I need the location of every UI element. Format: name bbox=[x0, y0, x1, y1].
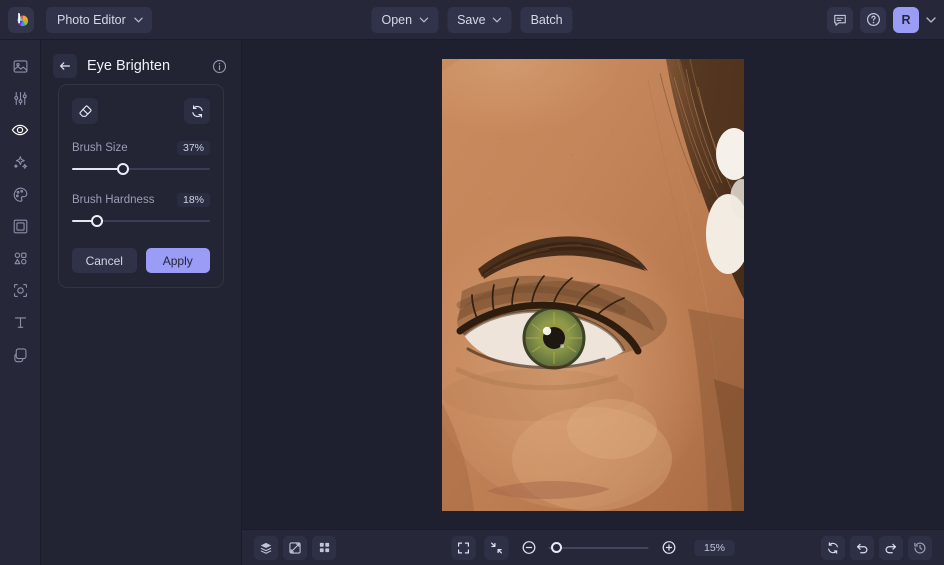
undo-arrow-icon[interactable] bbox=[850, 535, 874, 560]
question-circle-icon[interactable] bbox=[860, 6, 886, 33]
minus-circle-icon[interactable] bbox=[518, 537, 540, 559]
brush-hardness-slider-block: Brush Hardness 18% bbox=[72, 193, 210, 228]
brush-size-slider[interactable] bbox=[72, 162, 210, 176]
sidebar-item-text[interactable] bbox=[0, 306, 41, 338]
history-clock-icon[interactable] bbox=[908, 535, 932, 560]
brush-size-label: Brush Size bbox=[72, 142, 128, 154]
zoom-controls: 15% bbox=[451, 535, 735, 560]
cancel-button[interactable]: Cancel bbox=[72, 248, 137, 273]
plus-circle-icon[interactable] bbox=[658, 537, 680, 559]
slider-handle[interactable] bbox=[90, 215, 103, 227]
bottom-toolbar: 15% bbox=[242, 529, 944, 565]
sidebar-item-edit[interactable] bbox=[0, 82, 41, 114]
card-tool-row bbox=[72, 98, 210, 124]
brush-size-label-row: Brush Size 37% bbox=[72, 141, 210, 155]
zoom-slider-track bbox=[548, 546, 649, 549]
zoom-slider-handle[interactable] bbox=[551, 541, 562, 553]
grid-four-icon[interactable] bbox=[312, 535, 336, 560]
brush-size-value: 37% bbox=[176, 141, 210, 155]
sidebar-item-effects[interactable] bbox=[0, 146, 41, 178]
account-chevron-down-icon[interactable] bbox=[926, 16, 936, 23]
open-label: Open bbox=[381, 12, 413, 27]
panel-header: Eye Brighten bbox=[41, 45, 241, 87]
avatar[interactable]: R bbox=[893, 6, 919, 33]
history-controls bbox=[821, 535, 932, 560]
tool-rail bbox=[0, 40, 41, 565]
sidebar-item-frames[interactable] bbox=[0, 210, 41, 242]
top-bar-right-group: R bbox=[827, 6, 936, 33]
tool-panel: Eye Brighten Brush Size 37% Brush Hardne… bbox=[41, 40, 242, 565]
fit-to-screen-icon[interactable] bbox=[451, 535, 476, 560]
open-button[interactable]: Open bbox=[371, 6, 439, 33]
batch-button[interactable]: Batch bbox=[520, 6, 573, 33]
top-bar-actions: Open Save Batch bbox=[371, 6, 573, 33]
sidebar-item-artsy[interactable] bbox=[0, 178, 41, 210]
sidebar-item-image[interactable] bbox=[0, 50, 41, 82]
top-bar: Photo Editor Open Save Batch R bbox=[0, 0, 944, 40]
sidebar-item-layers[interactable] bbox=[0, 338, 41, 370]
info-circle-icon[interactable] bbox=[212, 59, 227, 74]
shrink-to-fit-icon[interactable] bbox=[484, 535, 509, 560]
bottom-left-group bbox=[254, 535, 336, 560]
save-button[interactable]: Save bbox=[447, 6, 512, 33]
slider-handle[interactable] bbox=[117, 163, 130, 175]
brush-hardness-label: Brush Hardness bbox=[72, 194, 155, 206]
app-mode-select[interactable]: Photo Editor bbox=[46, 6, 152, 33]
eraser-icon[interactable] bbox=[72, 98, 98, 124]
chevron-down-icon bbox=[492, 17, 502, 23]
chevron-down-icon bbox=[419, 17, 428, 23]
card-actions: Cancel Apply bbox=[72, 248, 210, 273]
canvas-area[interactable] bbox=[242, 40, 944, 529]
brush-hardness-slider[interactable] bbox=[72, 214, 210, 228]
brush-settings-card: Brush Size 37% Brush Hardness 18% Cancel… bbox=[58, 84, 224, 288]
chevron-down-icon bbox=[134, 17, 143, 23]
avatar-initial: R bbox=[901, 12, 911, 27]
batch-label: Batch bbox=[530, 12, 563, 27]
edited-photo[interactable] bbox=[442, 58, 744, 511]
redo-arrow-icon[interactable] bbox=[879, 535, 903, 560]
sidebar-item-touch-up[interactable] bbox=[0, 114, 41, 146]
app-mode-label: Photo Editor bbox=[57, 12, 126, 27]
page-title: Eye Brighten bbox=[87, 58, 171, 74]
sidebar-item-overlays[interactable] bbox=[0, 274, 41, 306]
photo-editor-app: Photo Editor Open Save Batch R Eye Brigh… bbox=[0, 0, 944, 565]
brush-hardness-value: 18% bbox=[176, 193, 210, 207]
reset-circular-icon[interactable] bbox=[184, 98, 210, 124]
brush-hardness-label-row: Brush Hardness 18% bbox=[72, 193, 210, 207]
sidebar-item-graphics[interactable] bbox=[0, 242, 41, 274]
brush-size-slider-block: Brush Size 37% bbox=[72, 141, 210, 176]
zoom-level-value[interactable]: 15% bbox=[694, 539, 735, 556]
apply-button[interactable]: Apply bbox=[145, 248, 210, 273]
slider-fill bbox=[72, 168, 124, 170]
compare-split-icon[interactable] bbox=[283, 535, 307, 560]
save-label: Save bbox=[457, 12, 486, 27]
zoom-slider[interactable] bbox=[548, 541, 649, 555]
arrow-left-icon[interactable] bbox=[53, 54, 77, 78]
chat-bubble-icon[interactable] bbox=[827, 6, 853, 33]
reset-circular-icon[interactable] bbox=[821, 535, 845, 560]
layers-icon[interactable] bbox=[254, 535, 278, 560]
befunky-logo-icon[interactable] bbox=[8, 6, 34, 33]
